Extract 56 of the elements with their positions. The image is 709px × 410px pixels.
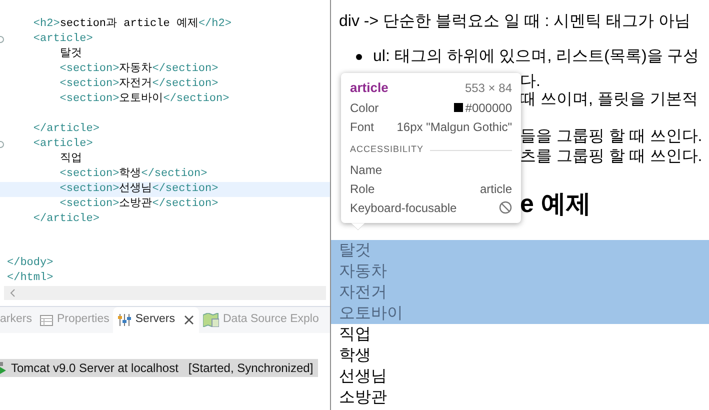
heading-fragment: e 예제: [520, 189, 591, 220]
section-text: 자전거: [339, 283, 388, 303]
code-line: 직업: [58, 152, 82, 167]
not-allowed-icon: [499, 201, 512, 214]
code-line: <article>: [32, 32, 93, 47]
text-fragment: 츠를 그룹핑 할 때 쓰인다.: [520, 147, 702, 167]
section-text: 선생님: [339, 367, 388, 387]
section-text: 학생: [339, 346, 372, 366]
code-line: <section>오토바이</section>: [58, 92, 230, 107]
sliders-icon: [118, 314, 132, 326]
code-line: <section>자동차</section>: [58, 62, 218, 77]
panel-tab[interactable]: Properties: [36, 307, 114, 333]
section-text: 오토바이: [339, 304, 404, 324]
property-value: 16px "Malgun Gothic": [396, 118, 512, 136]
horizontal-scrollbar[interactable]: [4, 286, 326, 300]
section-title: ACCESSIBILITY: [350, 143, 424, 156]
article-text: 탈것: [339, 241, 372, 261]
code-line: </article>: [32, 122, 100, 137]
scroll-left-icon[interactable]: [10, 289, 15, 297]
code-line: <section>선생님</section>: [58, 182, 218, 197]
code-line: <article>: [32, 136, 93, 152]
play-icon: [0, 362, 7, 374]
code-line: </article>: [32, 212, 100, 227]
code-line: <section>자전거</section>: [58, 77, 218, 92]
panel-tab[interactable]: Data Source Explo: [199, 307, 323, 333]
close-icon[interactable]: [184, 315, 194, 325]
element-tag: article: [350, 78, 388, 98]
article-text: 직업: [339, 325, 372, 345]
property-label: Name: [350, 162, 382, 178]
code-line: </html>: [7, 271, 54, 286]
property-label: Keyboard-focusable: [350, 200, 457, 216]
code-line: <h2>section과 article 예제</h2>: [32, 17, 232, 32]
table-icon: [40, 314, 53, 326]
code-line: <section>학생</section>: [58, 166, 208, 182]
server-row[interactable]: Tomcat v9.0 Server at localhost [Started, Synchronized]: [0, 359, 318, 377]
element-size: 553 × 84: [464, 80, 512, 97]
text-fragment: 들을 그룹핑 할 때 쓰인다.: [520, 127, 702, 147]
text-fragment: 다.: [520, 72, 540, 92]
server-status: [Started, Synchronized]: [188, 360, 314, 377]
panel-tab[interactable]: arkers: [0, 307, 36, 333]
code-line: <section>소방관</section>: [58, 196, 218, 212]
list-item-text: ul: 태그의 하위에 있으며, 리스트(목록)을 구성: [373, 47, 700, 67]
property-value: #000000: [465, 100, 512, 116]
section-text: 자동차: [339, 262, 388, 282]
code-line: </body>: [7, 256, 54, 272]
property-label: Color: [350, 100, 379, 116]
property-label: Font: [350, 118, 374, 136]
server-name: Tomcat v9.0 Server at localhost: [11, 360, 178, 377]
property-label: Role: [350, 180, 375, 198]
section-text: 소방관: [339, 388, 388, 408]
bullet-icon: [356, 54, 362, 60]
map-icon: [203, 313, 219, 327]
panel-tab[interactable]: Servers: [113, 307, 199, 333]
property-value: article: [480, 180, 512, 198]
paragraph: div -> 단순한 블럭요소 일 때 : 시멘틱 태그가 아님: [339, 12, 692, 32]
code-line: 탈것: [58, 47, 82, 62]
